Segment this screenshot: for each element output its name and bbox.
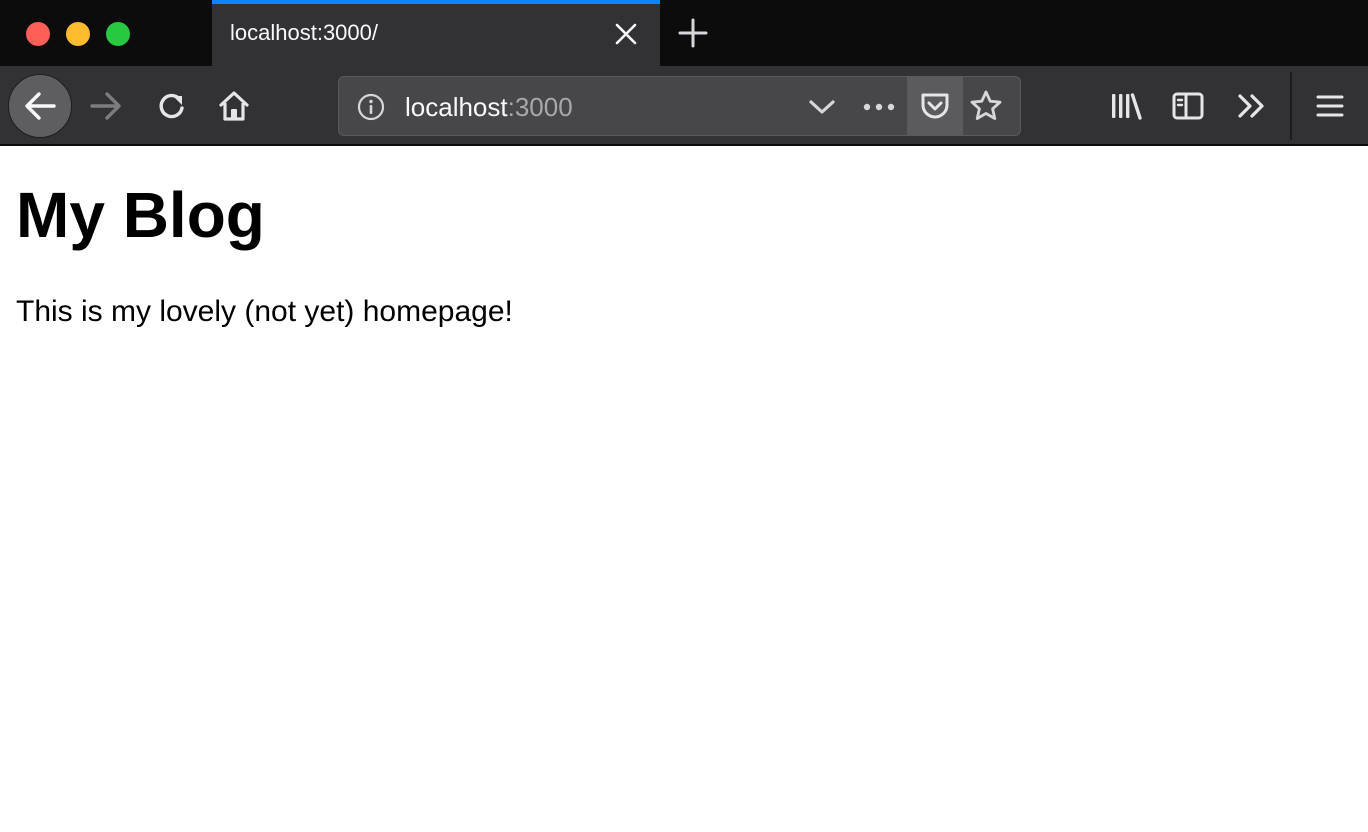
home-button[interactable] xyxy=(212,84,256,128)
address-bar[interactable]: localhost:3000 xyxy=(338,76,1021,136)
reload-icon xyxy=(159,93,184,119)
home-icon xyxy=(219,91,249,121)
plus-icon[interactable] xyxy=(676,16,710,50)
sidebar-button[interactable] xyxy=(1166,84,1210,128)
url-port: :3000 xyxy=(507,92,573,122)
tab-localhost[interactable]: localhost:3000/ xyxy=(212,0,660,66)
star-icon[interactable] xyxy=(969,89,1003,123)
minimize-window-icon[interactable] xyxy=(66,22,90,46)
main-menu-button[interactable] xyxy=(1308,84,1352,128)
tab-active-indicator xyxy=(212,0,660,4)
chevrons-right-icon xyxy=(1238,94,1264,118)
back-arrow-icon xyxy=(25,92,56,120)
pocket-icon xyxy=(921,93,949,119)
navigation-toolbar: localhost:3000 xyxy=(0,66,1368,146)
tab-title: localhost:3000/ xyxy=(230,20,378,45)
forward-arrow-icon xyxy=(90,92,121,120)
back-button[interactable] xyxy=(8,74,72,138)
page-content: My Blog This is my lovely (not yet) home… xyxy=(0,148,1368,832)
hamburger-menu-icon xyxy=(1316,95,1344,117)
more-dots-icon[interactable] xyxy=(861,95,897,119)
tab-strip: localhost:3000/ xyxy=(0,0,1368,66)
toolbar-separator xyxy=(1290,72,1292,140)
library-button[interactable] xyxy=(1104,84,1148,128)
forward-button[interactable] xyxy=(84,86,128,126)
overflow-menu-button[interactable] xyxy=(1230,84,1274,128)
maximize-window-icon[interactable] xyxy=(106,22,130,46)
close-window-icon[interactable] xyxy=(26,22,50,46)
close-icon[interactable] xyxy=(613,21,639,47)
reload-button[interactable] xyxy=(150,84,194,128)
pocket-button[interactable] xyxy=(907,77,963,135)
library-icon xyxy=(1112,93,1142,120)
url-host: localhost xyxy=(405,92,508,122)
sidebar-icon xyxy=(1172,92,1204,120)
chevron-down-icon[interactable] xyxy=(807,95,837,119)
page-title: My Blog xyxy=(16,179,265,251)
page-paragraph: This is my lovely (not yet) homepage! xyxy=(16,295,513,328)
url-text[interactable]: localhost:3000 xyxy=(405,92,573,123)
info-icon[interactable] xyxy=(357,93,385,121)
